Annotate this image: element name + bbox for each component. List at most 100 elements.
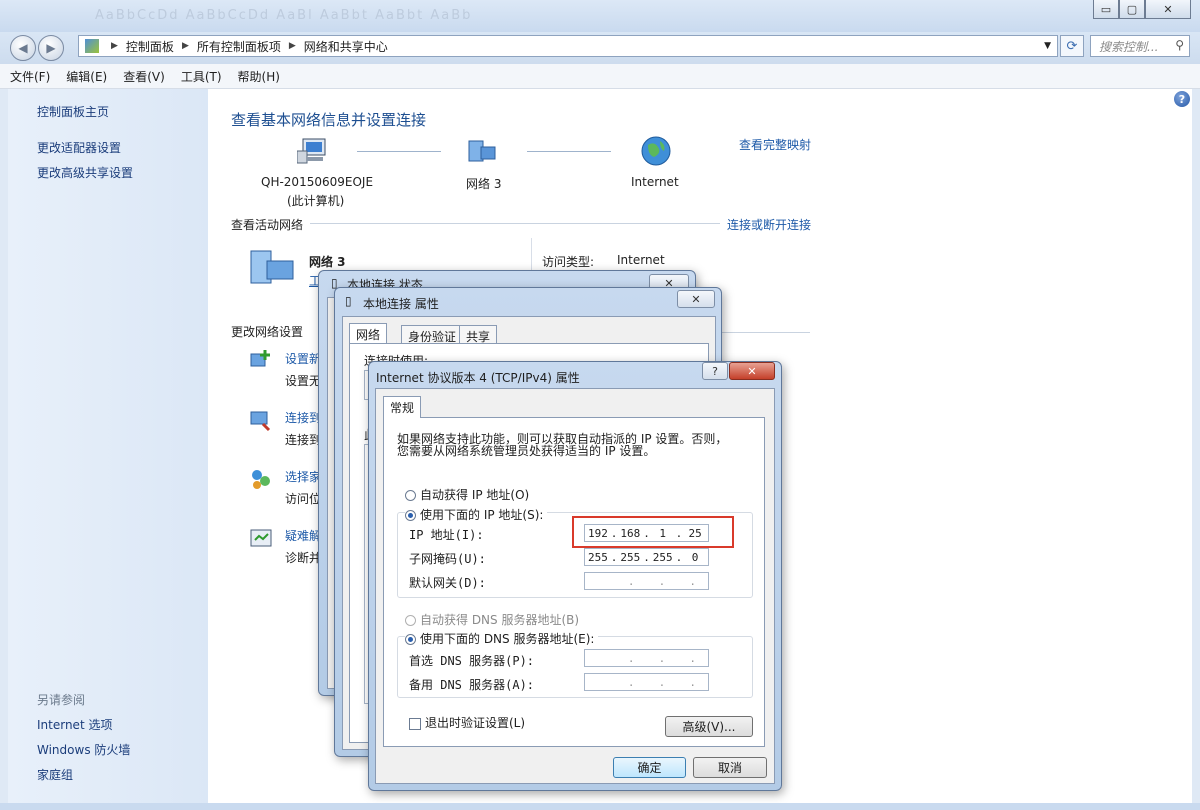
task-connect-desc: 连接到: [285, 433, 322, 447]
map-link-line: [357, 151, 441, 152]
computer-name: QH-20150609EOJE: [261, 175, 374, 189]
advanced-button[interactable]: 高级(V)...: [665, 716, 753, 737]
search-icon: ⚲: [1175, 38, 1184, 52]
task-connect-link[interactable]: 连接到: [285, 409, 321, 426]
mask-octet-2: 255: [620, 550, 641, 564]
properties-dialog-icon: ▯: [345, 294, 352, 308]
search-placeholder: 搜索控制...: [1099, 39, 1159, 54]
task-troubleshoot-link[interactable]: 疑难解: [285, 527, 321, 544]
computer-icon: [296, 137, 329, 165]
close-button[interactable]: ✕: [1145, 0, 1191, 19]
link-internet-options[interactable]: Internet 选项: [37, 716, 112, 733]
computer-sub: (此计算机): [287, 194, 345, 208]
control-panel-icon: [85, 39, 99, 53]
radio-auto-ip-label: 自动获得 IP 地址(O): [420, 488, 530, 502]
see-also-title: 另请参阅: [37, 693, 86, 707]
tab-authentication[interactable]: 身份验证: [401, 325, 464, 345]
subnet-mask-field[interactable]: 255. 255. 255. 0: [584, 548, 709, 566]
ipv4-description-line2: 您需要从网络系统管理员处获得适当的 IP 设置。: [397, 444, 656, 458]
radio-manual-dns-label: 使用下面的 DNS 服务器地址(E):: [420, 632, 595, 646]
validate-checkbox-box: [409, 717, 421, 730]
tab-general[interactable]: 常规: [383, 396, 422, 418]
task-homegroup-desc: 访问位: [285, 492, 322, 506]
breadcrumb-all-items[interactable]: 所有控制面板项: [197, 38, 281, 55]
ok-button[interactable]: 确定: [613, 757, 686, 778]
link-advanced-sharing[interactable]: 更改高级共享设置: [37, 164, 133, 181]
cancel-button[interactable]: 取消: [693, 757, 767, 778]
task-setup-desc: 设置无: [285, 374, 322, 388]
alternate-dns-field[interactable]: ...: [584, 673, 709, 691]
radio-manual-ip[interactable]: 使用下面的 IP 地址(S):: [405, 506, 548, 523]
background-style-gallery: AaBbCcDd AaBbCcDd AaBl AaBbt AaBbt AaBb: [95, 8, 473, 23]
gateway-field[interactable]: ...: [584, 572, 709, 590]
tab-sharing[interactable]: 共享: [459, 325, 498, 345]
radio-auto-ip[interactable]: 自动获得 IP 地址(O): [405, 486, 529, 503]
validate-checkbox[interactable]: 退出时验证设置(L): [409, 714, 525, 731]
radio-auto-ip-icon: [405, 490, 416, 501]
link-homegroup[interactable]: 家庭组: [37, 766, 73, 783]
ipv4-close-button[interactable]: ✕: [729, 362, 775, 380]
validate-checkbox-label: 退出时验证设置(L): [425, 716, 526, 730]
properties-close-button[interactable]: ✕: [677, 290, 715, 308]
breadcrumb-network-center[interactable]: 网络和共享中心: [304, 38, 388, 55]
task-homegroup-link[interactable]: 选择家: [285, 468, 321, 485]
radio-manual-ip-label: 使用下面的 IP 地址(S):: [420, 508, 544, 522]
forward-arrow-icon: ▶: [46, 41, 56, 55]
forward-button[interactable]: ▶: [38, 35, 64, 61]
troubleshoot-icon: [249, 526, 273, 550]
homegroup-icon: [249, 467, 273, 491]
tab-network[interactable]: 网络: [349, 323, 388, 343]
link-windows-firewall[interactable]: Windows 防火墙: [37, 741, 130, 758]
radio-manual-dns[interactable]: 使用下面的 DNS 服务器地址(E):: [405, 630, 599, 647]
menu-tools[interactable]: 工具(T): [181, 68, 222, 85]
breadcrumb-separator-icon: ▶: [288, 41, 296, 51]
radio-manual-ip-icon: [405, 510, 416, 521]
preferred-dns-field[interactable]: ...: [584, 649, 709, 667]
link-connect-disconnect[interactable]: 连接或断开连接: [727, 216, 811, 233]
ip-address-field[interactable]: 192. 168. 1. 25: [584, 524, 709, 542]
radio-manual-dns-icon: [405, 634, 416, 645]
mask-octet-3: 255: [652, 550, 673, 564]
radio-auto-dns-label: 自动获得 DNS 服务器地址(B): [420, 613, 580, 627]
menu-edit[interactable]: 编辑(E): [66, 68, 107, 85]
back-arrow-icon: ◀: [18, 41, 28, 55]
ip-octet-2: 168: [620, 526, 641, 540]
left-navigation-pane: 控制面板主页 更改适配器设置 更改高级共享设置 另请参阅 Internet 选项…: [8, 89, 208, 803]
internet-label: Internet: [631, 175, 679, 189]
breadcrumb-control-panel[interactable]: 控制面板: [126, 38, 174, 55]
radio-auto-dns[interactable]: 自动获得 DNS 服务器地址(B): [405, 611, 579, 628]
address-bar[interactable]: ▶ 控制面板 ▶ 所有控制面板项 ▶ 网络和共享中心 ▼: [78, 35, 1058, 57]
active-networks-title: 查看活动网络: [231, 218, 304, 232]
alternate-dns-label: 备用 DNS 服务器(A):: [409, 678, 535, 692]
minimize-button[interactable]: ▭: [1093, 0, 1119, 19]
menu-view[interactable]: 查看(V): [123, 68, 165, 85]
ipv4-help-button[interactable]: ?: [702, 362, 728, 380]
breadcrumb-separator-icon: ▶: [111, 41, 118, 51]
ip-octet-3: 1: [659, 526, 667, 540]
refresh-button[interactable]: ⟳: [1060, 35, 1084, 57]
task-setup-link[interactable]: 设置新: [285, 350, 321, 367]
network-name: 网络 3: [466, 177, 502, 191]
active-network-name: 网络 3: [309, 255, 346, 269]
address-dropdown-icon[interactable]: ▼: [1044, 41, 1051, 51]
connect-network-icon: [249, 408, 273, 432]
help-icon[interactable]: ?: [1174, 91, 1190, 107]
search-input[interactable]: 搜索控制... ⚲: [1090, 35, 1190, 57]
menu-file[interactable]: 文件(F): [10, 68, 50, 85]
ipv4-dialog-title: Internet 协议版本 4 (TCP/IPv4) 属性: [376, 371, 580, 385]
maximize-button[interactable]: ▢: [1119, 0, 1145, 19]
section-divider: [310, 223, 720, 224]
subnet-mask-label: 子网掩码(U):: [409, 552, 486, 566]
menu-bar: 文件(F) 编辑(E) 查看(V) 工具(T) 帮助(H): [0, 64, 1200, 89]
refresh-icon: ⟳: [1066, 38, 1078, 54]
mask-octet-4: 0: [691, 550, 699, 564]
back-button[interactable]: ◀: [10, 35, 36, 61]
menu-help[interactable]: 帮助(H): [238, 68, 280, 85]
link-view-full-map[interactable]: 查看完整映射: [739, 136, 811, 153]
link-control-panel-home[interactable]: 控制面板主页: [37, 103, 109, 120]
preferred-dns-label: 首选 DNS 服务器(P):: [409, 654, 535, 668]
link-change-adapter[interactable]: 更改适配器设置: [37, 139, 121, 156]
mask-octet-1: 255: [587, 550, 608, 564]
network-icon: [467, 137, 499, 165]
section-divider: [720, 332, 810, 333]
